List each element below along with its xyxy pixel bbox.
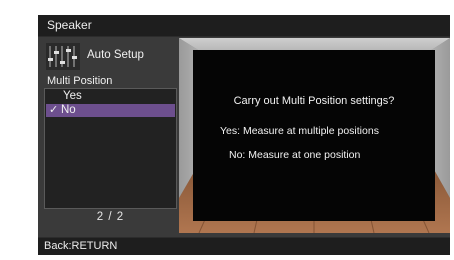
screen: Speaker Auto Setup Multi Position Yes ✓ … (38, 15, 450, 255)
option-list: Yes ✓ No (44, 88, 177, 209)
section-label: Multi Position (47, 75, 113, 87)
back-hint: Back:RETURN (44, 240, 118, 252)
checkmark-icon: ✓ (49, 104, 59, 116)
auto-setup-menu-item[interactable]: Auto Setup (46, 42, 177, 72)
dialog-no-description: No: Measure at one position (229, 149, 361, 161)
page-indicator: 2 / 2 (96, 211, 125, 223)
auto-setup-label: Auto Setup (87, 49, 144, 61)
option-label: No (61, 104, 76, 116)
dialog-yes-description: Yes: Measure at multiple positions (220, 125, 379, 137)
page-title: Speaker (47, 18, 92, 32)
dialog-question: Carry out Multi Position settings? (233, 95, 395, 107)
equalizer-sliders-icon (46, 43, 80, 70)
footer-bar: Back:RETURN (38, 237, 450, 255)
option-no[interactable]: ✓ No (46, 104, 175, 117)
message-box: Carry out Multi Position settings? Yes: … (193, 50, 435, 221)
title-bar: Speaker (38, 15, 450, 37)
option-label: Yes (63, 90, 82, 102)
option-yes[interactable]: Yes (46, 90, 175, 103)
